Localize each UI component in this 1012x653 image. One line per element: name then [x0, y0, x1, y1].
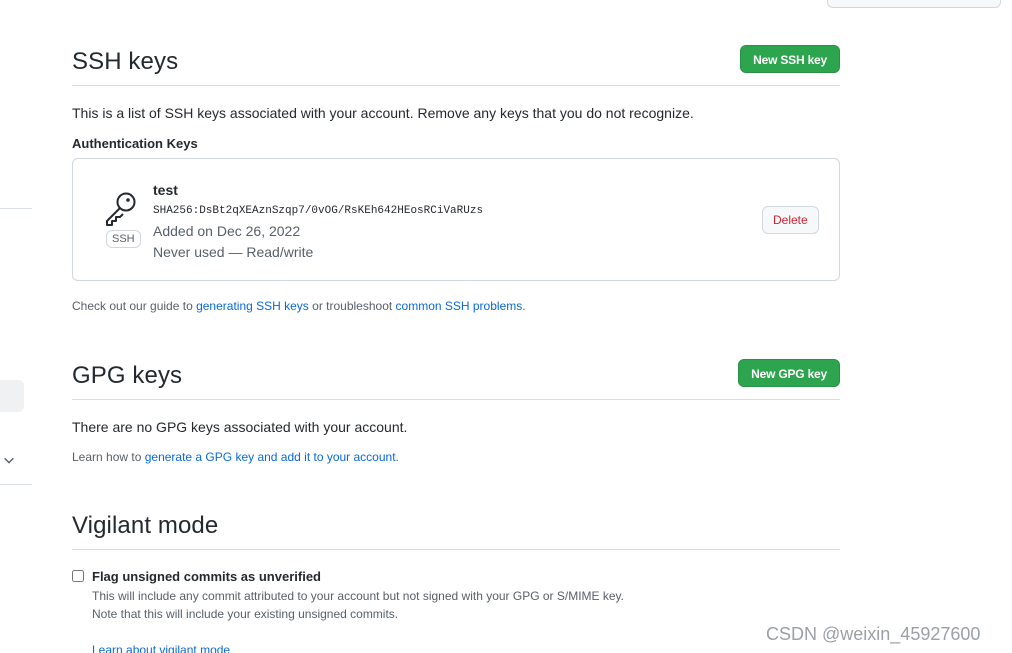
key-fingerprint: SHA256:DsBt2qXEAznSzqp7/0vOG/RsKEh642HEo… [153, 205, 484, 217]
ssh-section-header: SSH keys New SSH key [72, 40, 840, 86]
common-ssh-problems-link[interactable]: common SSH problems [396, 299, 523, 313]
flag-unsigned-label[interactable]: Flag unsigned commits as unverified [92, 569, 321, 584]
key-title: test [153, 182, 178, 198]
ssh-guide-text: Check out our guide to generating SSH ke… [72, 299, 526, 313]
chevron-down-icon[interactable] [2, 453, 16, 467]
flag-unsigned-checkbox[interactable] [72, 570, 84, 582]
vigilant-section-title: Vigilant mode [72, 512, 219, 539]
sidebar-divider [0, 208, 32, 209]
watermark: CSDN @weixin_45927600 [766, 624, 981, 644]
vigilant-section-header: Vigilant mode [72, 504, 840, 550]
guide-suffix: . [522, 299, 526, 313]
learn-vigilant-link[interactable]: Learn about vigilant mode [92, 643, 230, 653]
key-usage: Never used — Read/write [153, 244, 314, 260]
ssh-section-title: SSH keys [72, 48, 179, 75]
vigilant-note-line1: This will include any commit attributed … [92, 589, 625, 603]
generating-ssh-keys-link[interactable]: generating SSH keys [196, 299, 309, 313]
gpg-learn-text: Learn how to generate a GPG key and add … [72, 450, 399, 464]
sidebar-divider [0, 484, 32, 485]
ssh-key-list: SSH test SHA256:DsBt2qXEAznSzqp7/0vOG/Rs… [72, 158, 840, 281]
delete-key-button[interactable]: Delete [762, 206, 819, 234]
gpg-section-title: GPG keys [72, 362, 183, 389]
learn-prefix: Learn how to [72, 450, 145, 464]
settings-page: SSH keys New SSH key This is a list of S… [0, 0, 1012, 653]
guide-prefix: Check out our guide to [72, 299, 197, 313]
sidebar-item-selected[interactable] [0, 380, 24, 412]
ssh-badge: SSH [106, 230, 141, 248]
key-added-date: Added on Dec 26, 2022 [153, 223, 301, 239]
gpg-empty-text: There are no GPG keys associated with yo… [72, 419, 408, 435]
key-icon [106, 192, 136, 226]
vigilant-note-line2: Note that this will include your existin… [92, 607, 399, 621]
gpg-section-header: GPG keys New GPG key [72, 354, 840, 400]
new-gpg-key-button[interactable]: New GPG key [738, 359, 840, 387]
ssh-description: This is a list of SSH keys associated wi… [72, 105, 694, 121]
guide-middle: or troubleshoot [308, 299, 396, 313]
top-action-button[interactable] [827, 0, 1001, 8]
generate-gpg-key-link[interactable]: generate a GPG key and add it to your ac… [145, 450, 396, 464]
auth-keys-heading: Authentication Keys [72, 136, 198, 151]
learn-suffix: . [395, 450, 399, 464]
new-ssh-key-button[interactable]: New SSH key [740, 45, 840, 73]
